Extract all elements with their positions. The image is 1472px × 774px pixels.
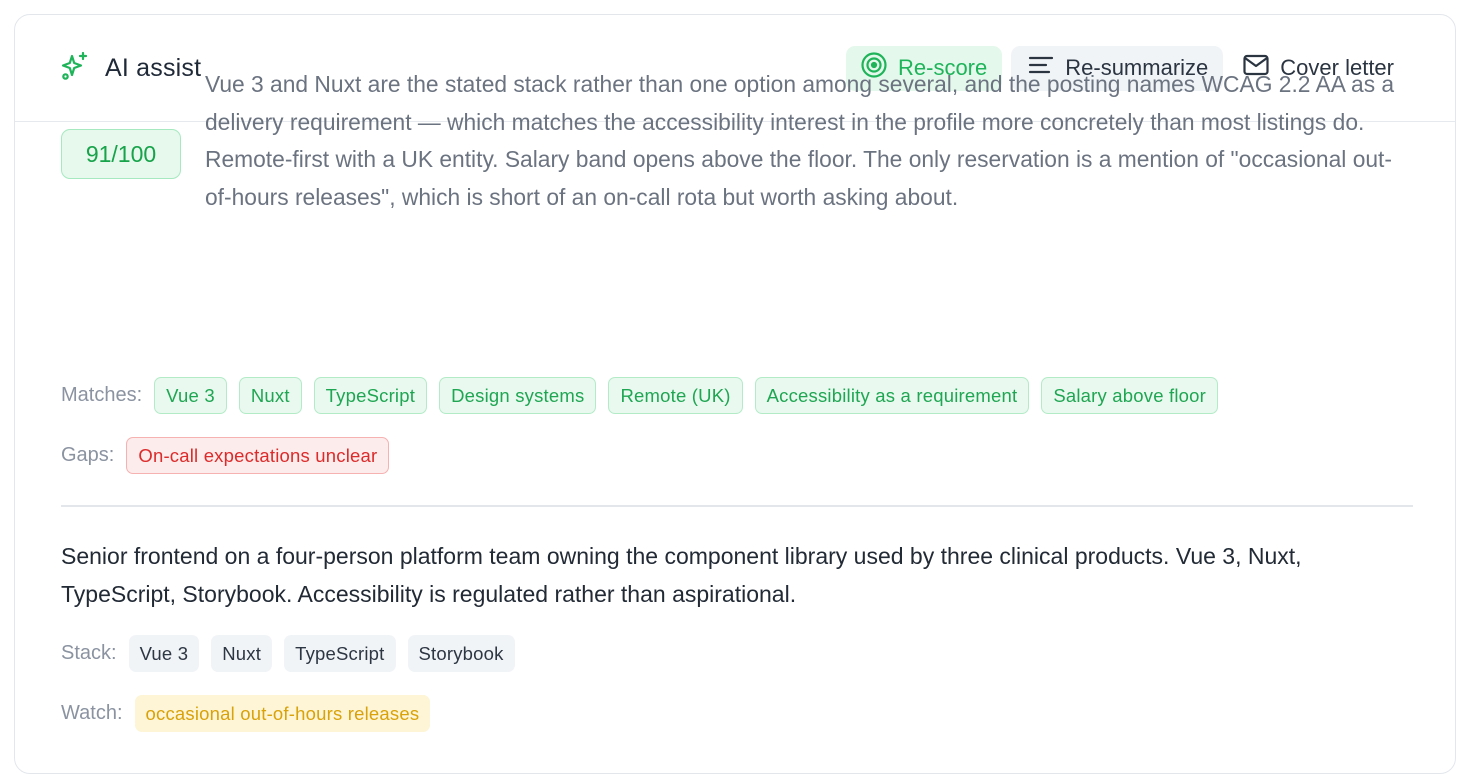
- matches-label: Matches:: [61, 384, 143, 406]
- watch-row: Watch: occasional out-of-hours releases: [61, 695, 442, 732]
- match-tag: Design systems: [439, 377, 597, 414]
- stack-label: Stack:: [61, 642, 117, 664]
- stack-row: Stack: Vue 3 Nuxt TypeScript Storybook: [61, 635, 527, 672]
- match-tag: TypeScript: [313, 377, 428, 414]
- stack-tag: Nuxt: [211, 635, 273, 672]
- watch-tag: occasional out-of-hours releases: [134, 695, 431, 732]
- match-tag: Nuxt: [238, 377, 302, 414]
- ai-assist-card: AI assist Re-score Re-summarize Cover le…: [14, 14, 1456, 774]
- stack-tag: TypeScript: [284, 635, 396, 672]
- match-tag: Remote (UK): [608, 377, 743, 414]
- matches-row: Matches: Vue 3 Nuxt TypeScript Design sy…: [61, 377, 1230, 414]
- title-group: AI assist: [59, 50, 201, 87]
- watch-label: Watch:: [61, 702, 123, 724]
- match-tag: Salary above floor: [1041, 377, 1219, 414]
- stack-tag: Storybook: [407, 635, 515, 672]
- score-rationale: Vue 3 and Nuxt are the stated stack rath…: [205, 71, 1395, 210]
- section-divider: [61, 505, 1413, 507]
- match-tag: Accessibility as a requirement: [754, 377, 1030, 414]
- card-title: AI assist: [105, 53, 202, 82]
- gap-tag: On-call expectations unclear: [126, 437, 390, 474]
- stack-tag: Vue 3: [128, 635, 200, 672]
- sparkles-icon: [59, 50, 91, 87]
- job-summary: Senior frontend on a four-person platfor…: [61, 543, 1302, 607]
- match-tag: Vue 3: [154, 377, 227, 414]
- gaps-label: Gaps:: [61, 444, 115, 466]
- score-badge: 91/100: [61, 129, 181, 179]
- gaps-row: Gaps: On-call expectations unclear: [61, 437, 401, 474]
